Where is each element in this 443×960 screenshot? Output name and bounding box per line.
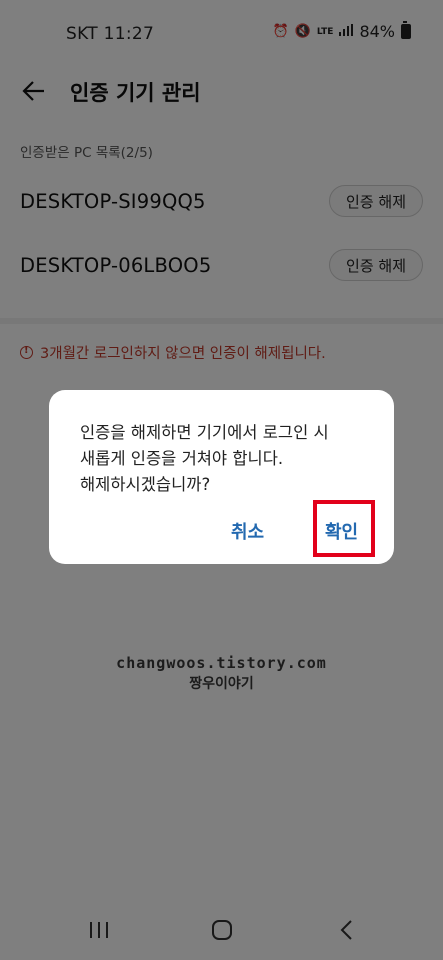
dialog-message-line: 새롭게 인증을 거쳐야 합니다.: [80, 449, 284, 468]
watermark-blog-name: 짱우이야기: [189, 676, 254, 692]
cancel-button[interactable]: 취소: [231, 518, 264, 544]
dialog-message: 인증을 해제하면 기기에서 로그인 시 새롭게 인증을 거쳐야 합니다. 해제하…: [80, 420, 370, 498]
dialog-message-line: 인증을 해제하면 기기에서 로그인 시: [80, 423, 329, 442]
dialog-message-line: 해제하시겠습니까?: [80, 475, 211, 494]
confirm-button[interactable]: 확인: [325, 518, 358, 544]
watermark-url: changwoos.tistory.com: [116, 654, 327, 672]
watermark: changwoos.tistory.com 짱우이야기: [0, 654, 443, 693]
screen: SKT 11:27 ⏰ 🔇 LTE 84%: [0, 0, 443, 960]
confirm-dialog: 인증을 해제하면 기기에서 로그인 시 새롭게 인증을 거쳐야 합니다. 해제하…: [49, 390, 394, 564]
